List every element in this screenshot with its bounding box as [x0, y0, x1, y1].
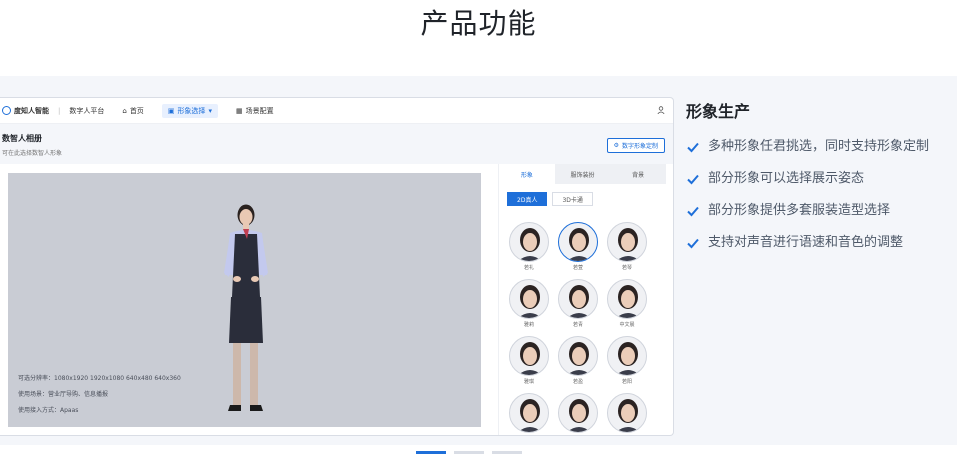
filter-3d-cartoon[interactable]: 3D卡通: [552, 192, 593, 206]
avatar-grid: 若礼 若萱 若琴雅莉 若青 中文晨雅琪 若盈 若阳: [499, 214, 666, 435]
feature-item: 部分形象提供多套服装造型选择: [686, 200, 948, 222]
stage-info-scenario: 使用场景：营业厅导购、信息播报: [18, 391, 109, 398]
image-icon: ▣: [167, 106, 175, 115]
stage-info-access: 使用接入方式：Apaas: [18, 407, 79, 414]
avatar-thumbnail: [558, 222, 598, 262]
avatar-selector-panel: 形象 服饰装扮 背景 2D真人 3D卡通 若礼 若萱 若琴雅莉 若青 中文晨雅琪 若盈 若阳: [498, 164, 666, 435]
avatar-thumbnail: [509, 222, 549, 262]
avatar-thumbnail: [509, 279, 549, 319]
selector-tabs: 形象 服饰装扮 背景: [499, 164, 666, 184]
brand-divider: |: [58, 106, 61, 115]
feature-item-text: 多种形象任君挑选，同时支持形象定制: [708, 139, 930, 154]
avatar-name: 若礼: [523, 265, 534, 271]
feature-item-text: 支持对声音进行语速和音色的调整: [708, 235, 904, 250]
avatar-option[interactable]: 雅琪: [509, 336, 549, 385]
page-title: 产品功能: [420, 7, 537, 40]
avatar-name: 若琴: [621, 265, 632, 271]
tab-background[interactable]: 背景: [610, 164, 666, 184]
album-title: 数智人相册: [2, 134, 42, 143]
avatar-thumbnail: [558, 336, 598, 376]
avatar-thumbnail: [607, 222, 647, 262]
feature-section: 形象生产 多种形象任君挑选，同时支持形象定制 部分形象可以选择展示姿态 部分形象…: [686, 98, 948, 264]
nav-item-avatar[interactable]: ▣ 形象选择 ▾: [161, 103, 218, 118]
feature-item-text: 部分形象可以选择展示姿态: [708, 171, 865, 186]
stage-info-resolution: 可选分辨率：1080x1920 1920x1080 640x480 640x36…: [18, 375, 181, 382]
avatar-thumbnail: [509, 336, 549, 376]
avatar-type-filters: 2D真人 3D卡通: [499, 184, 666, 214]
avatar-option[interactable]: 若青: [558, 279, 598, 328]
avatar-name: 若盈: [572, 379, 583, 385]
feature-item: 部分形象可以选择展示姿态: [686, 168, 948, 190]
nav-item-scene[interactable]: ▦ 场景配置: [236, 106, 274, 116]
avatar-option[interactable]: 若盈: [558, 336, 598, 385]
avatar-option[interactable]: 中文晨: [607, 279, 647, 328]
user-icon[interactable]: [657, 105, 665, 116]
digital-human-figure: [224, 204, 268, 411]
pager-dot[interactable]: [492, 451, 522, 454]
avatar-name: 若萱: [572, 265, 583, 271]
avatar-name: 中文晨: [619, 322, 635, 328]
avatar-option[interactable]: [607, 393, 647, 435]
pager-dot[interactable]: [454, 451, 484, 454]
tab-avatar[interactable]: 形象: [499, 164, 555, 184]
nav-item-label: 场景配置: [245, 106, 274, 115]
feature-item: 多种形象任君挑选，同时支持形象定制: [686, 136, 948, 158]
brand-logo-icon: [2, 106, 11, 115]
avatar-thumbnail: [607, 336, 647, 376]
product-name: 数字人平台: [69, 106, 105, 115]
avatar-thumbnail: [607, 279, 647, 319]
avatar-thumbnail: [509, 393, 549, 433]
chevron-down-icon: ▾: [208, 106, 212, 115]
check-icon: [687, 174, 699, 185]
avatar-name: 若阳: [621, 379, 632, 385]
home-icon: ⌂: [122, 106, 127, 115]
feature-item: 支持对声音进行语速和音色的调整: [686, 232, 948, 254]
check-icon: [687, 238, 699, 249]
custom-avatar-button[interactable]: ⚙ 数字形象定制: [606, 138, 665, 153]
avatar-preview-stage: 可选分辨率：1080x1920 1920x1080 640x480 640x36…: [8, 173, 481, 427]
avatar-option[interactable]: 若礼: [509, 222, 549, 271]
custom-avatar-button-label: 数字形象定制: [621, 143, 658, 150]
avatar-option[interactable]: 若萱: [558, 222, 598, 271]
carousel-pager: [416, 451, 522, 454]
nav-item-label: 形象选择: [177, 106, 206, 115]
avatar-option[interactable]: [558, 393, 598, 435]
avatar-option[interactable]: [509, 393, 549, 435]
check-icon: [687, 206, 699, 217]
pager-dot[interactable]: [416, 451, 446, 454]
nav-item-label: 首页: [129, 106, 144, 115]
platform-screenshot: 度知人智能 | 数字人平台 ⌂ 首页 ▣ 形象选择 ▾ ▦ 场景配置 数智人相册…: [0, 97, 674, 436]
album-header: 数智人相册 可在此选择数智人形象 ⚙ 数字形象定制: [0, 124, 673, 164]
album-description: 可在此选择数智人形象: [2, 150, 63, 157]
avatar-name: 雅莉: [523, 322, 534, 328]
platform-topbar: 度知人智能 | 数字人平台 ⌂ 首页 ▣ 形象选择 ▾ ▦ 场景配置: [0, 98, 673, 124]
check-icon: [687, 142, 699, 153]
avatar-name: 若青: [572, 322, 583, 328]
feature-item-text: 部分形象提供多套服装造型选择: [708, 203, 891, 218]
avatar-name: 雅琪: [523, 379, 534, 385]
brand: 度知人智能 | 数字人平台: [2, 106, 104, 116]
feature-title: 形象生产: [686, 102, 751, 121]
nav-item-home[interactable]: ⌂ 首页: [122, 106, 143, 116]
avatar-option[interactable]: 雅莉: [509, 279, 549, 328]
brand-name: 度知人智能: [14, 106, 49, 115]
avatar-option[interactable]: 若琴: [607, 222, 647, 271]
settings-icon: ⚙: [613, 142, 619, 149]
tab-outfit[interactable]: 服饰装扮: [555, 164, 611, 184]
grid-icon: ▦: [235, 106, 243, 115]
avatar-thumbnail: [558, 393, 598, 433]
filter-2d-real[interactable]: 2D真人: [507, 192, 548, 206]
avatar-thumbnail: [558, 279, 598, 319]
avatar-thumbnail: [607, 393, 647, 433]
avatar-option[interactable]: 若阳: [607, 336, 647, 385]
